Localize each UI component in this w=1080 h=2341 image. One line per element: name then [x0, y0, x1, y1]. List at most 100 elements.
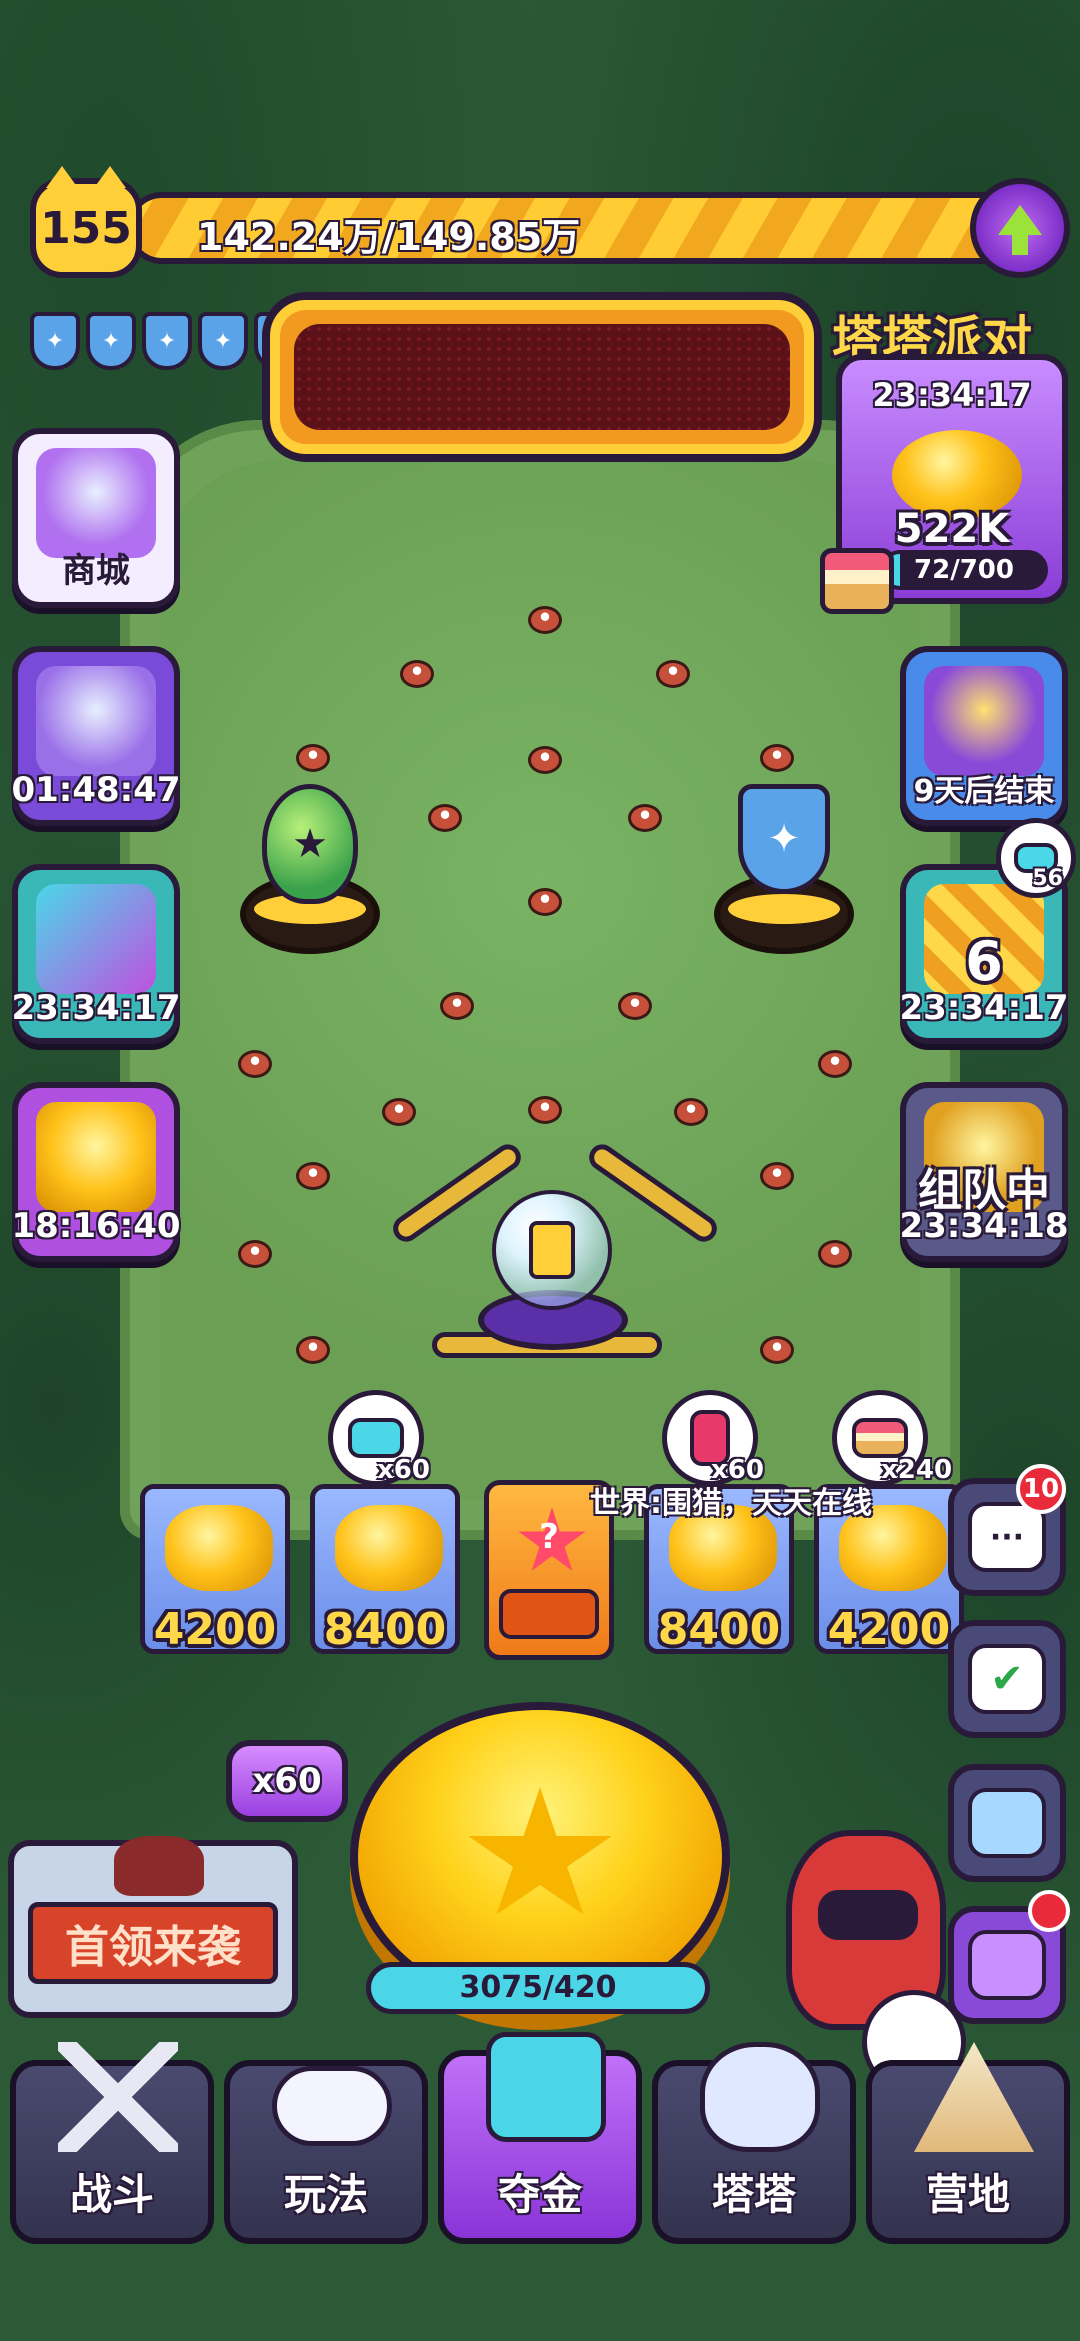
- shield-icon: ✦: [142, 312, 192, 370]
- board-peg: [428, 804, 462, 832]
- shield-icon: ✦: [30, 312, 80, 370]
- board-peg: [760, 744, 794, 772]
- nav-tata[interactable]: 塔塔: [652, 2042, 856, 2244]
- crossed-swords-icon: [58, 2042, 178, 2152]
- faces-icon: [486, 2032, 606, 2142]
- gold-cat-event-button[interactable]: 18:16:40: [11, 1082, 181, 1262]
- board-peg: [238, 1050, 272, 1078]
- nav-gold-rush-label: 夺金: [497, 2170, 582, 2219]
- level-bar: 142.24万/149.85万 155: [30, 166, 1070, 278]
- board-peg: [238, 1240, 272, 1268]
- cat-robot-icon: [700, 2042, 820, 2152]
- nav-battle-label: 战斗: [69, 2170, 154, 2219]
- party-amount: 522K: [894, 506, 1010, 552]
- shop-basket-icon: [36, 448, 156, 558]
- cat-medal-event-button[interactable]: 9天后结束: [900, 646, 1068, 826]
- board-peg: [440, 992, 474, 1020]
- level-number: 155: [40, 202, 132, 254]
- board-peg: [296, 744, 330, 772]
- clipboard-check-icon: ✔: [968, 1644, 1046, 1714]
- gem-pack-icon: [36, 666, 156, 776]
- board-peg: [760, 1336, 794, 1364]
- cake-icon: [852, 1418, 908, 1458]
- board-peg: [528, 746, 562, 774]
- tasks-button[interactable]: ✔: [948, 1620, 1066, 1738]
- board-peg: [656, 660, 690, 688]
- cat-egg-icon: ★: [262, 784, 358, 904]
- marquee-screen: [294, 324, 790, 430]
- board-peg: [618, 992, 652, 1020]
- party-progress-bar: 72/700: [880, 550, 1048, 590]
- nav-gameplay-label: 玩法: [283, 2170, 368, 2219]
- chat-notification-badge: 10: [1016, 1464, 1066, 1514]
- cake-icon: [820, 548, 894, 614]
- gem-pack-button[interactable]: 01:48:47: [11, 646, 181, 826]
- boss-horns-icon: [114, 1836, 204, 1896]
- gold-pile-icon: [165, 1505, 273, 1591]
- nav-gold-rush[interactable]: 夺金: [438, 2032, 642, 2244]
- shield-icon: ✦: [738, 784, 830, 894]
- ticket-bubble-count: 56: [1032, 866, 1063, 891]
- xp-text: 142.24万/149.85万: [197, 215, 581, 259]
- egg-bumper: ★: [240, 784, 380, 954]
- ticket-event-timer: 23:34:17: [11, 988, 181, 1028]
- ticket-orb: [492, 1190, 612, 1310]
- boss-label: 首领来袭: [28, 1902, 278, 1984]
- ticket-event-button[interactable]: 23:34:17: [11, 864, 181, 1044]
- team-timer: 23:34:18: [899, 1206, 1069, 1246]
- race-timer: 23:34:17: [899, 988, 1069, 1028]
- world-chat-message[interactable]: 世界:围猎，天天在线: [590, 1478, 872, 1522]
- slot-value: 8400: [323, 1604, 447, 1655]
- level-badge[interactable]: 155: [30, 166, 142, 278]
- nav-battle[interactable]: 战斗: [10, 2042, 214, 2244]
- shield-bumper: ✦: [714, 784, 854, 954]
- energy-reward-bubble: x60: [662, 1390, 764, 1486]
- ticket-reward-count: x60: [377, 1455, 430, 1485]
- nav-tata-label: 塔塔: [711, 2170, 796, 2219]
- cat-medal-end-text: 9天后结束: [913, 774, 1055, 809]
- friends-icon: [968, 1788, 1046, 1858]
- shield-icon: ✦: [198, 312, 248, 370]
- board-peg: [528, 888, 562, 916]
- shield-icon: ✦: [86, 312, 136, 370]
- nav-camp[interactable]: 营地: [866, 2042, 1070, 2244]
- multiplier-button[interactable]: x60: [226, 1740, 348, 1822]
- slot-value: 8400: [657, 1604, 781, 1655]
- level-up-button[interactable]: [970, 178, 1070, 278]
- ticket-reward-bubble: x60: [328, 1390, 430, 1486]
- board-peg: [400, 660, 434, 688]
- ticket-icon: [348, 1418, 404, 1458]
- board-peg: [528, 1096, 562, 1124]
- board-peg: [674, 1098, 708, 1126]
- up-arrow-icon: [998, 205, 1042, 255]
- shop-button[interactable]: 商城: [12, 428, 180, 608]
- nav-gameplay[interactable]: 玩法: [224, 2060, 428, 2244]
- shop-label: 商城: [62, 551, 130, 591]
- notification-dot: [1028, 1890, 1070, 1932]
- gem-pack-timer: 01:48:47: [11, 770, 181, 810]
- board-peg: [296, 1336, 330, 1364]
- gold-pile-icon: [335, 1505, 443, 1591]
- board-peg: [628, 804, 662, 832]
- friends-button[interactable]: [948, 1764, 1066, 1882]
- slot-value: 4200: [153, 1604, 277, 1655]
- board-peg: [818, 1050, 852, 1078]
- gamepad-icon: [272, 2066, 392, 2146]
- ticket-bubble[interactable]: 56: [996, 818, 1076, 898]
- board-peg: [296, 1162, 330, 1190]
- team-event-button[interactable]: 组队中 23:34:18: [899, 1082, 1069, 1262]
- board-peg: [818, 1240, 852, 1268]
- led-marquee: [262, 292, 822, 462]
- boss-attack-banner[interactable]: 首领来袭: [8, 1836, 298, 2018]
- ticket-icon: [36, 884, 156, 994]
- party-progress-text: 72/700: [914, 555, 1014, 585]
- gold-cat-timer: 18:16:40: [11, 1206, 181, 1246]
- energy-bar: 3075/420: [366, 1962, 710, 2014]
- star-icon: [468, 1787, 612, 1915]
- race-number: 6: [965, 930, 1003, 993]
- mystery-symbol: ?: [539, 1517, 559, 1557]
- xp-progress-bar: 142.24万/149.85万: [126, 192, 1026, 264]
- party-timer: 23:34:17: [872, 376, 1032, 414]
- chat-notification-count: 10: [1022, 1474, 1060, 1504]
- ticket-icon: [529, 1221, 575, 1279]
